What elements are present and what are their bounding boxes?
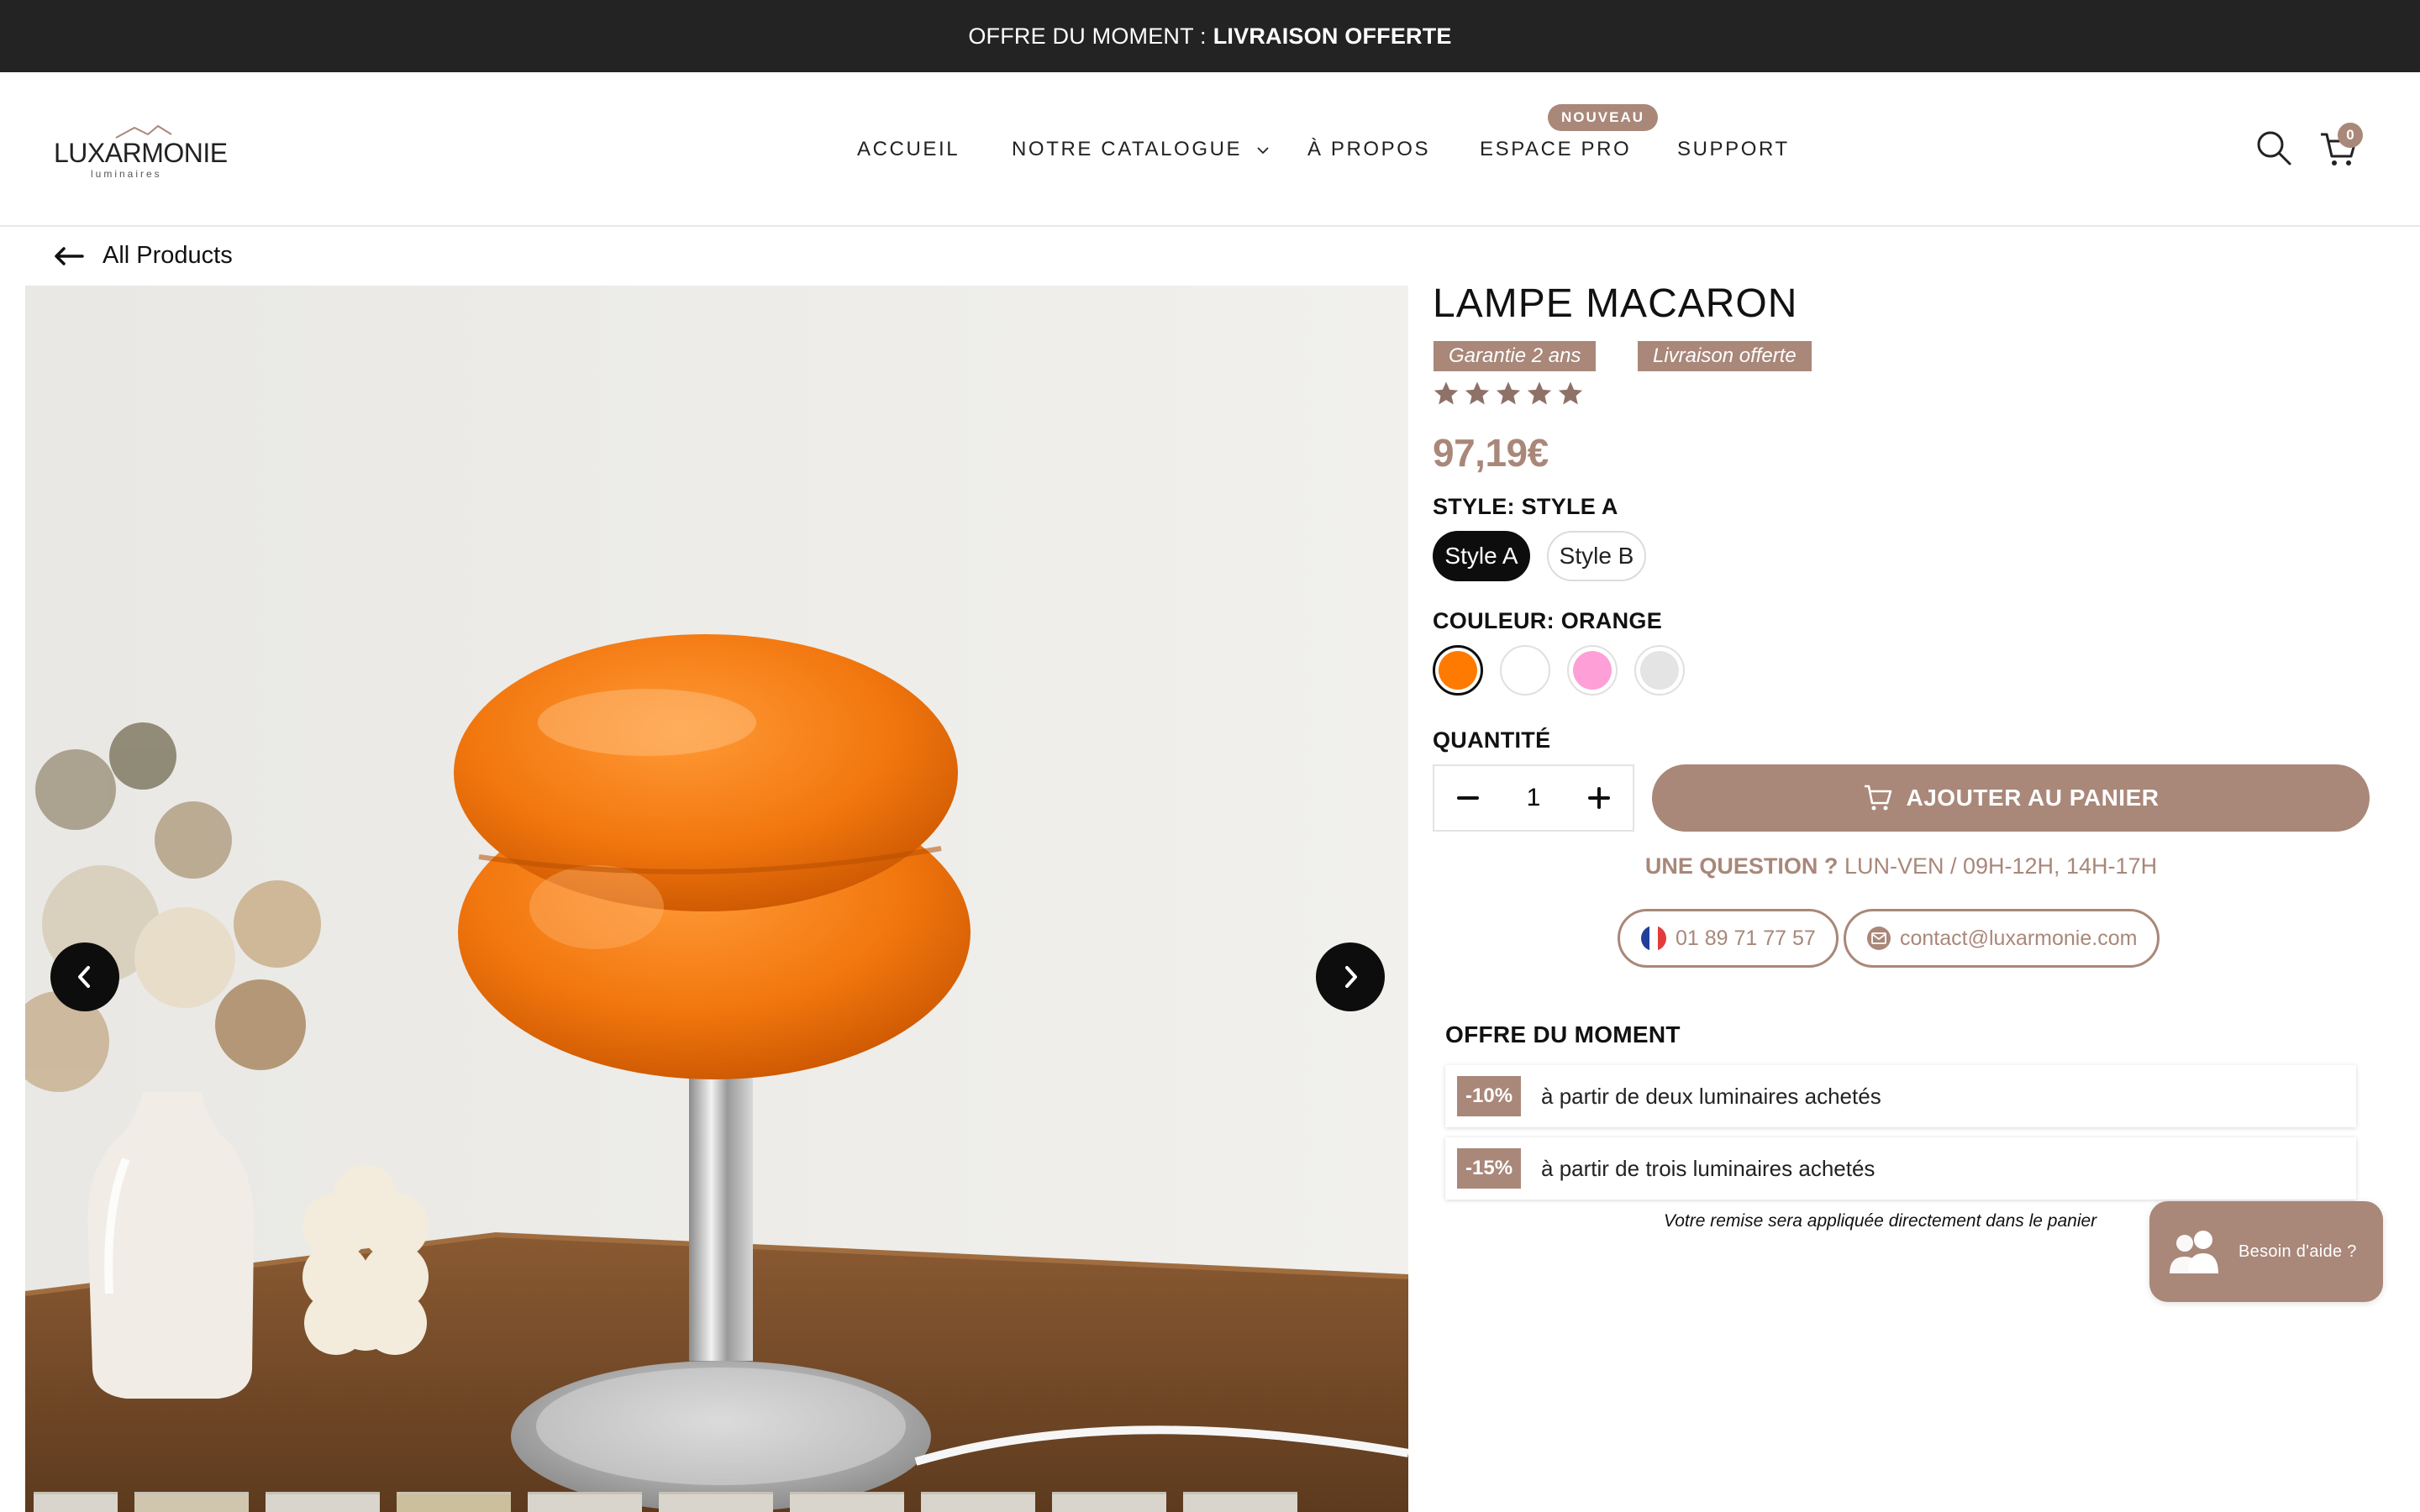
email-address: contact@luxarmonie.com [1900, 926, 2138, 950]
quantity-increase-button[interactable] [1565, 766, 1633, 830]
discount-badge: -15% [1457, 1148, 1522, 1189]
style-b-button[interactable]: Style B [1547, 531, 1646, 581]
announcement-prefix: OFFRE DU MOMENT : [968, 23, 1207, 49]
main-nav: ACCUEIL NOTRE CATALOGUE À PROPOS NOUVEAU… [0, 72, 2420, 227]
discount-badge: -10% [1457, 1076, 1522, 1116]
nav-item-accueil[interactable]: ACCUEIL [857, 138, 960, 161]
announcement-bar: OFFRE DU MOMENT : LIVRAISON OFFERTE [0, 0, 2420, 72]
minus-icon [1457, 796, 1479, 800]
cart-icon [1864, 785, 1891, 811]
tag-livraison: Livraison offerte [1638, 341, 1812, 371]
gallery-thumbnail[interactable] [659, 1492, 773, 1512]
product-photo [25, 286, 1408, 1512]
offer-note: Votre remise sera appliquée directement … [1664, 1211, 2097, 1231]
search-icon[interactable] [2255, 129, 2292, 166]
swatch-fill [1439, 651, 1477, 690]
phone-number: 01 89 71 77 57 [1676, 926, 1816, 950]
gallery-thumbnail[interactable] [134, 1492, 249, 1512]
rating-stars [1432, 380, 1585, 408]
gallery-thumbnail[interactable] [266, 1492, 380, 1512]
gallery-thumbnail[interactable] [1183, 1492, 1297, 1512]
nav-item-support[interactable]: SUPPORT [1677, 138, 1790, 161]
cart-count-badge: 0 [2338, 123, 2363, 148]
color-swatch-orange[interactable] [1433, 645, 1483, 696]
product-price: 97,19€ [1433, 431, 1549, 475]
announcement-highlight: LIVRAISON OFFERTE [1213, 23, 1452, 49]
gallery-thumbnail[interactable] [790, 1492, 904, 1512]
back-to-products-link[interactable]: All Products [54, 242, 233, 270]
gallery-thumbnail[interactable] [1052, 1492, 1166, 1512]
opening-hours: LUN-VEN / 09H-12H, 14H-17H [1844, 853, 2158, 879]
style-label: STYLE: STYLE A [1433, 494, 1618, 519]
swatch-fill [1573, 651, 1612, 690]
product-title: LAMPE MACARON [1433, 281, 1798, 326]
star-icon [1527, 381, 1552, 405]
plus-icon [1588, 787, 1610, 809]
star-icon [1465, 381, 1490, 405]
back-link-label: All Products [103, 242, 233, 269]
offer-row: -15% à partir de trois luminaires acheté… [1445, 1137, 2356, 1200]
question-label: UNE QUESTION ? [1644, 853, 1839, 879]
color-swatch-grey[interactable] [1634, 645, 1685, 696]
email-button[interactable]: contact@luxarmonie.com [1844, 909, 2160, 968]
gallery-thumbnail[interactable] [397, 1492, 511, 1512]
quantity-decrease-button[interactable] [1434, 766, 1502, 830]
quantity-stepper [1433, 764, 1634, 832]
nav-item-catalogue-label: NOTRE CATALOGUE [1012, 138, 1243, 160]
offer-row: -10% à partir de deux luminaires achetés [1445, 1065, 2356, 1127]
nav-item-a-propos[interactable]: À PROPOS [1307, 138, 1430, 161]
offer-text: à partir de deux luminaires achetés [1541, 1083, 1881, 1109]
help-chat-button[interactable]: Besoin d'aide ? [2149, 1201, 2383, 1302]
product-gallery[interactable] [25, 286, 1408, 1512]
help-label: Besoin d'aide ? [2238, 1242, 2357, 1261]
gallery-thumbnail[interactable] [921, 1492, 1035, 1512]
gallery-thumbnail[interactable] [34, 1492, 118, 1512]
nav-item-catalogue[interactable]: NOTRE CATALOGUE [1012, 138, 1270, 161]
chevron-left-icon [78, 966, 90, 988]
color-label: COULEUR: ORANGE [1433, 608, 1662, 633]
star-icon [1558, 381, 1583, 405]
star-icon [1496, 381, 1521, 405]
swatch-fill [1640, 651, 1679, 690]
france-flag-icon [1640, 925, 1667, 952]
users-icon [2170, 1231, 2218, 1273]
star-icon [1434, 381, 1459, 405]
style-a-button[interactable]: Style A [1433, 531, 1530, 581]
gallery-thumbnail[interactable] [528, 1492, 642, 1512]
site-header: LUXARMONIE luminaires ACCUEIL NOTRE CATA… [0, 72, 2420, 227]
color-swatch-white[interactable] [1500, 645, 1550, 696]
swatch-fill [1506, 651, 1544, 690]
mail-icon [1866, 926, 1891, 951]
gallery-next-button[interactable] [1316, 942, 1385, 1011]
offer-text: à partir de trois luminaires achetés [1541, 1155, 1876, 1181]
chevron-right-icon [1345, 966, 1357, 988]
nouveau-badge: NOUVEAU [1548, 104, 1659, 131]
color-swatch-pink[interactable] [1567, 645, 1618, 696]
nav-item-espace-pro[interactable]: ESPACE PRO [1480, 138, 1631, 161]
chevron-down-icon [1257, 147, 1270, 154]
arrow-left-icon [55, 246, 84, 265]
gallery-prev-button[interactable] [50, 942, 119, 1011]
gallery-thumbnails [25, 1492, 1408, 1512]
add-to-cart-label: AJOUTER AU PANIER [1906, 785, 2160, 811]
phone-button[interactable]: 01 89 71 77 57 [1618, 909, 1839, 968]
contact-question: UNE QUESTION ? LUN-VEN / 09H-12H, 14H-17… [1433, 853, 2370, 879]
offer-title: OFFRE DU MOMENT [1445, 1021, 1681, 1047]
quantity-label: QUANTITÉ [1433, 727, 1551, 753]
add-to-cart-button[interactable]: AJOUTER AU PANIER [1652, 764, 2370, 832]
tag-garantie: Garantie 2 ans [1434, 341, 1597, 371]
quantity-input[interactable] [1502, 784, 1565, 812]
